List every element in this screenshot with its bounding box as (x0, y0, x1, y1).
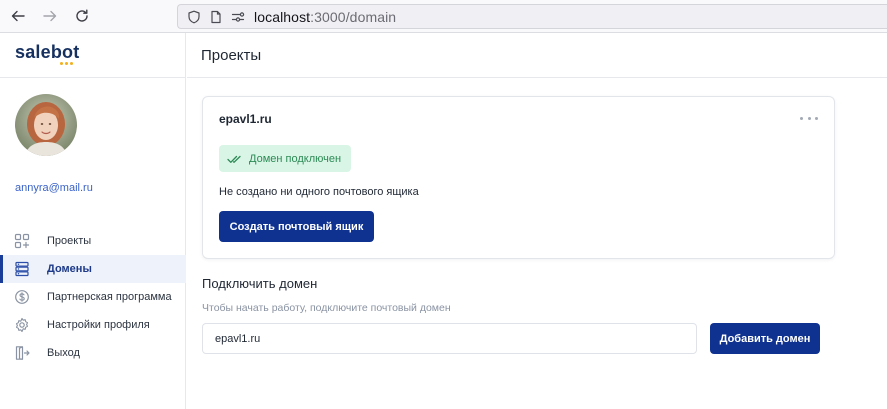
reload-icon[interactable] (73, 7, 91, 25)
forward-arrow-icon[interactable] (41, 7, 59, 25)
sidebar-menu: Проекты Домены Партнерская программа Нас… (0, 227, 186, 367)
status-label: Домен подключен (249, 152, 342, 165)
double-check-icon (227, 153, 243, 165)
shield-icon[interactable] (186, 9, 202, 25)
dollar-circle-icon (14, 289, 30, 305)
connect-domain-hint: Чтобы начать работу, подключите почтовый… (202, 302, 451, 314)
main-header: Проекты (187, 33, 887, 78)
sidebar-item-domains[interactable]: Домены (0, 255, 186, 283)
domain-input[interactable] (202, 323, 697, 354)
more-options-icon[interactable] (800, 115, 818, 121)
server-icon (14, 261, 30, 277)
grid-icon (14, 233, 30, 249)
user-email[interactable]: annyra@mail.ru (15, 182, 93, 194)
sidebar: salebot annyra@mail.ru Проекты Домены Па… (0, 33, 186, 409)
browser-toolbar: localhost:3000/domain (0, 0, 887, 33)
avatar (15, 94, 77, 156)
sidebar-item-label: Домены (47, 263, 92, 275)
sidebar-item-label: Проекты (47, 235, 92, 247)
sidebar-item-logout[interactable]: Выход (0, 339, 186, 367)
sidebar-item-projects[interactable]: Проекты (0, 227, 186, 255)
empty-mailbox-text: Не создано ни одного почтового ящика (219, 186, 419, 198)
page-icon[interactable] (208, 9, 224, 25)
permissions-icon[interactable] (230, 9, 246, 25)
sidebar-item-label: Партнерская программа (47, 291, 172, 303)
sidebar-item-label: Выход (47, 347, 80, 359)
add-domain-button[interactable]: Добавить домен (710, 323, 820, 354)
sidebar-item-label: Настройки профиля (47, 319, 150, 331)
logout-icon (14, 345, 30, 361)
create-mailbox-button[interactable]: Создать почтовый ящик (219, 211, 374, 242)
connect-domain-title: Подключить домен (202, 276, 318, 291)
gear-icon (14, 317, 30, 333)
page-title: Проекты (201, 47, 262, 64)
sidebar-divider (0, 77, 186, 78)
logo-dots (60, 62, 73, 65)
back-arrow-icon[interactable] (9, 7, 27, 25)
domain-card: epavl1.ru Домен подключен Не создано ни … (202, 96, 835, 259)
address-bar[interactable]: localhost:3000/domain (177, 4, 887, 29)
sidebar-item-partner-program[interactable]: Партнерская программа (0, 283, 186, 311)
url-text[interactable]: localhost:3000/domain (254, 9, 396, 25)
status-badge: Домен подключен (219, 145, 352, 172)
domain-name: epavl1.ru (219, 112, 272, 126)
salebot-logo[interactable]: salebot (15, 42, 79, 63)
sidebar-item-profile-settings[interactable]: Настройки профиля (0, 311, 186, 339)
